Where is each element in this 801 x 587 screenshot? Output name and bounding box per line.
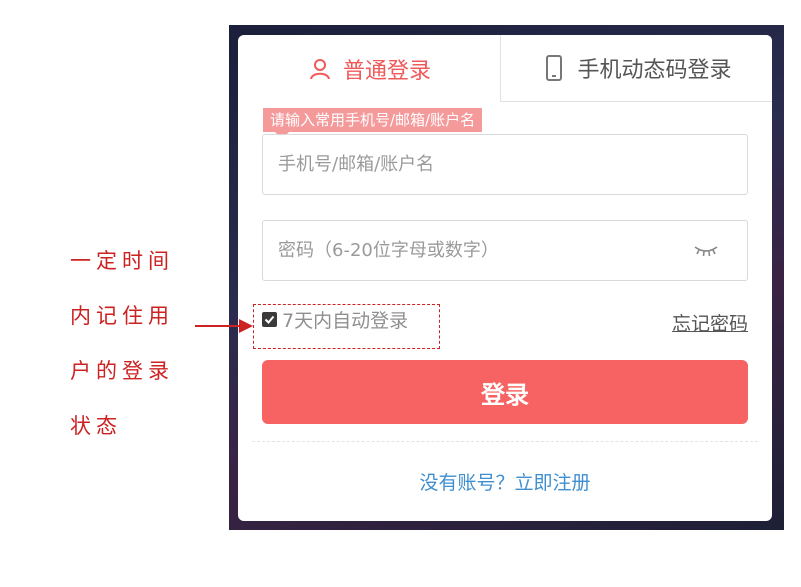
divider [252,441,758,442]
annotation-line: 户的登录 [70,359,174,383]
eye-closed-icon[interactable] [693,241,719,259]
username-field [262,134,748,195]
annotation-text: 一定时间 内记住用 户的登录 状态 [70,234,205,454]
username-hint-tooltip: 请输入常用手机号/邮箱/账户名 [263,108,483,139]
annotation-line: 一定时间 [70,249,174,273]
login-card: 普通登录 手机动态码登录 请输入常用手机号/邮箱/账户名 手机号/邮箱/账户名 … [238,35,772,521]
annotation-line: 状态 [70,414,122,438]
password-field [262,220,748,281]
tab-normal-login-label: 普通登录 [342,58,431,84]
mobile-phone-icon [541,55,567,81]
tab-mobile-login-label: 手机动态码登录 [577,58,732,83]
tab-normal-login[interactable]: 普通登录 [238,35,500,102]
login-button[interactable]: 登录 [262,360,748,424]
login-tabs: 普通登录 手机动态码登录 [238,35,772,102]
username-input[interactable] [263,135,747,194]
annotation-arrow-icon [195,319,253,333]
password-input[interactable] [263,221,747,280]
forgot-password-link[interactable]: 忘记密码 [672,309,748,336]
user-icon [307,56,333,82]
register-link[interactable]: 没有账号？立即注册 [238,468,772,495]
tab-mobile-login[interactable]: 手机动态码登录 [500,35,772,102]
annotation-highlight-box [253,304,440,349]
annotation-line: 内记住用 [70,304,174,328]
